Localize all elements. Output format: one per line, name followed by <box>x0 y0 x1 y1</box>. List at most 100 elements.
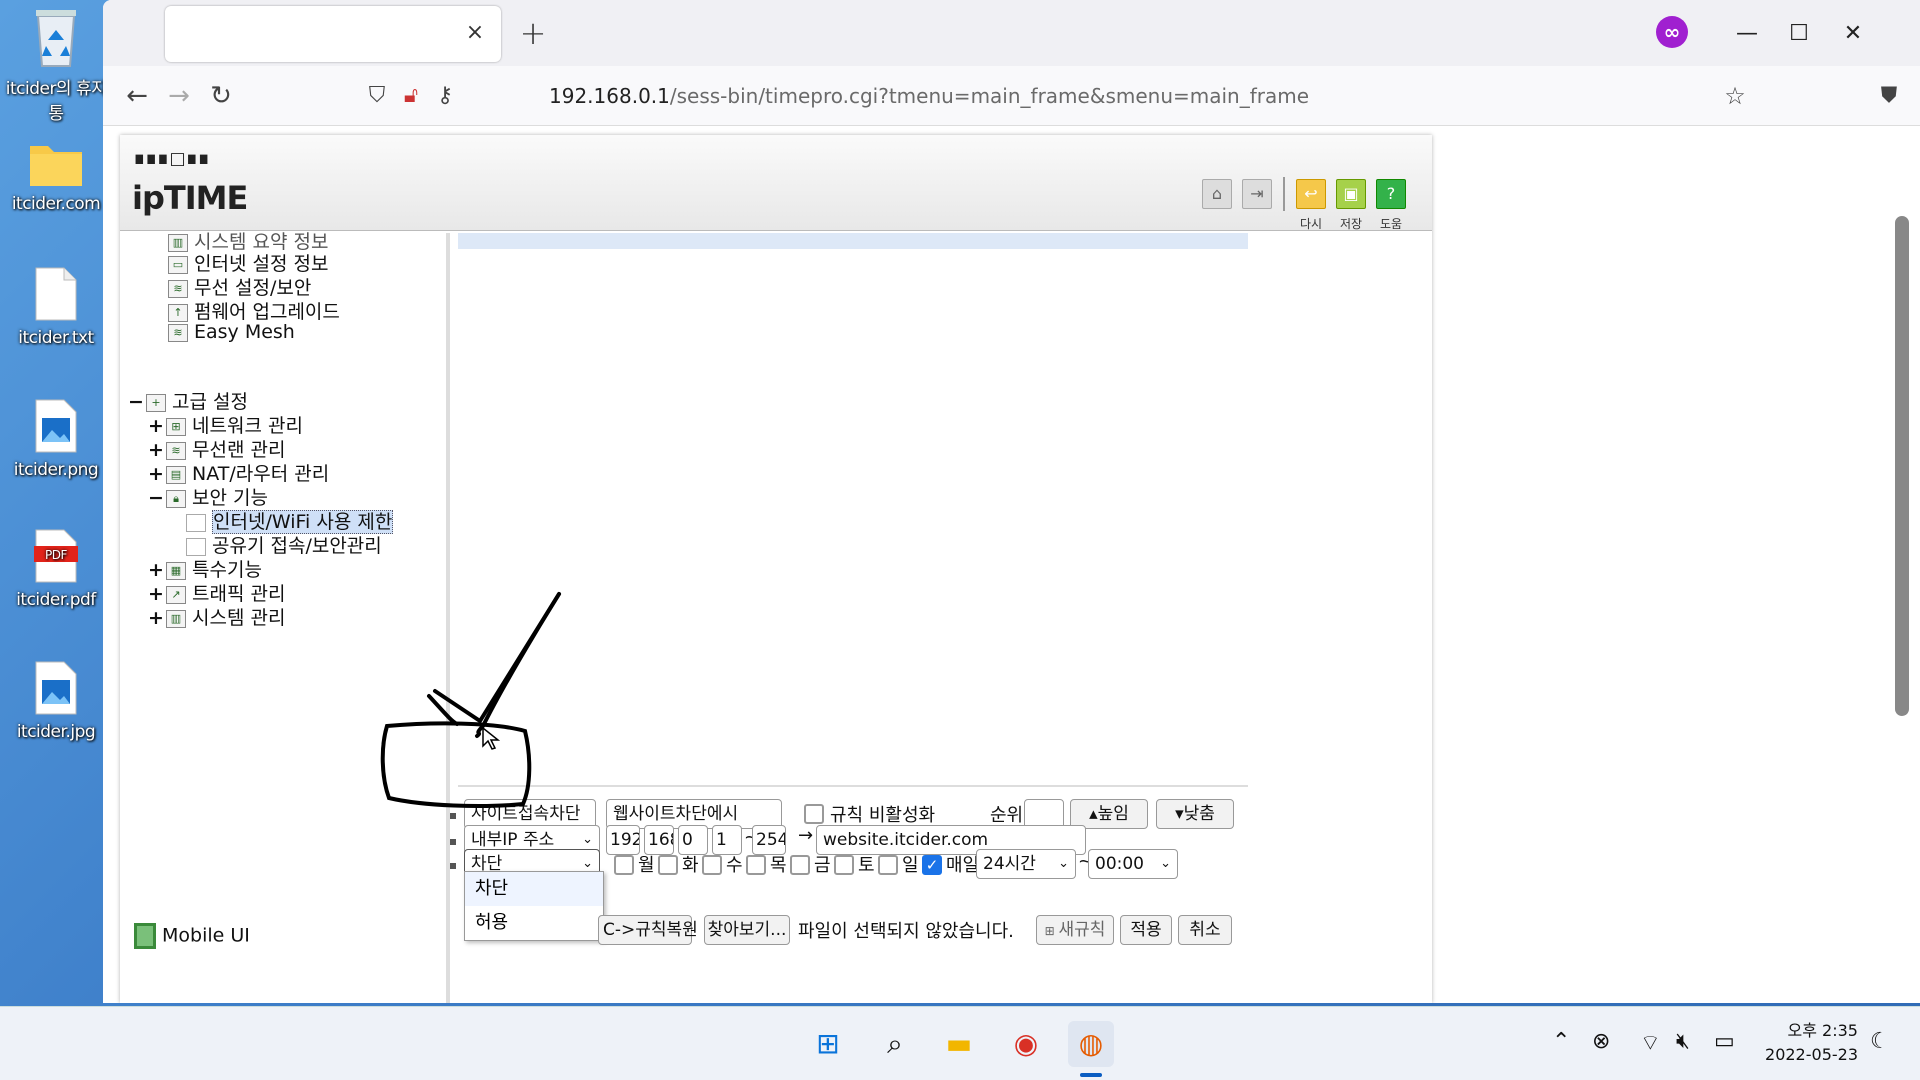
chart-icon: ▥ <box>166 609 186 628</box>
disable-rule-label: 규칙 비활성화 <box>830 805 936 826</box>
day-checkbox-tue[interactable] <box>658 855 678 875</box>
battery-icon[interactable]: ▭ <box>1714 1029 1735 1054</box>
day-label: 수 <box>726 855 743 876</box>
page-scrollbar[interactable] <box>1895 216 1909 716</box>
tree-item-router-access[interactable]: 공유기 접속/보안관리 <box>186 531 382 558</box>
day-checkbox-wed[interactable] <box>702 855 722 875</box>
day-label: 금 <box>814 855 831 876</box>
pocket-icon[interactable]: ⛊ <box>1869 76 1909 116</box>
help-label: 도움 <box>1379 217 1403 231</box>
image-file-icon <box>35 399 77 453</box>
bookmark-star-icon[interactable]: ☆ <box>1715 76 1755 116</box>
browser-tab[interactable]: × <box>165 6 501 62</box>
everyday-checkbox[interactable]: ✓ <box>922 855 942 875</box>
tree-item-nat[interactable]: + ▤ NAT/라우터 관리 <box>148 459 329 486</box>
handwritten-annotation <box>380 592 561 808</box>
address-bar[interactable]: 192.168.0.1/sess-bin/timepro.cgi?tmenu=m… <box>549 84 1309 108</box>
minimize-icon[interactable]: — <box>1717 14 1777 54</box>
firefox-icon[interactable]: ◍ <box>1068 1021 1114 1067</box>
desktop-icon-png[interactable]: itcider.png <box>2 398 110 480</box>
help-icon[interactable]: ? <box>1376 179 1406 209</box>
wifi-icon: ≋ <box>166 441 186 460</box>
chevron-up-icon[interactable]: ⌃ <box>1552 1029 1570 1054</box>
new-rule-button[interactable]: ⊞ 새규칙 <box>1036 915 1114 945</box>
desktop-icon-folder[interactable]: itcider.com <box>2 140 110 214</box>
day-label: 목 <box>770 855 787 876</box>
lock-icon: 🔒︎ <box>166 489 186 508</box>
reload-settings-icon[interactable]: ↩ <box>1296 179 1326 209</box>
private-mask-icon[interactable]: ∞ <box>1656 16 1688 48</box>
url-path: /sess-bin/timepro.cgi?tmenu=main_frame&s… <box>669 84 1310 108</box>
reload-settings-label: 다시 <box>1299 217 1323 231</box>
chrome-icon[interactable]: ◉ <box>1003 1021 1049 1067</box>
tree-item-internet-info[interactable]: ▭ 인터넷 설정 정보 <box>168 249 328 276</box>
disable-rule-checkbox[interactable] <box>804 804 824 824</box>
day-checkbox-fri[interactable] <box>790 855 810 875</box>
tree-item-easy-mesh[interactable]: ≋ Easy Mesh <box>168 321 295 343</box>
back-icon[interactable]: ← <box>117 76 157 116</box>
tree-item-security[interactable]: − 🔒︎ 보안 기능 <box>148 483 268 510</box>
menu-icon[interactable]: ≡ <box>1913 76 1920 116</box>
search-icon[interactable]: ⌕ <box>872 1021 918 1067</box>
tree-item-traffic[interactable]: + ↗ 트래픽 관리 <box>148 579 285 606</box>
desktop-icon-recycle-bin[interactable]: itcider의 휴지통 <box>2 6 110 124</box>
desktop-icon-label: itcider의 휴지통 <box>5 79 107 124</box>
router-admin-frame: ∎∎∎□∎∎ ipTIME ⌂ ⇥ ↩ 다시 ▣ 저장 ? 도움 ▥ 시스템 요약… <box>120 135 1432 1003</box>
monitor-icon: ▭ <box>168 255 188 274</box>
browse-button[interactable]: 찾아보기... <box>704 915 790 945</box>
clock[interactable]: 오후 2:35 2022-05-23 <box>1752 1019 1858 1067</box>
reload-icon[interactable]: ↻ <box>201 76 241 116</box>
wifi-icon[interactable]: ⌔ <box>1640 1029 1661 1057</box>
x-circle-icon[interactable]: ⊗ <box>1592 1029 1610 1054</box>
file-explorer-icon[interactable]: ▬ <box>936 1021 982 1067</box>
day-label: 토 <box>858 855 875 876</box>
tree-item-internet-wifi-limit[interactable]: 인터넷/WiFi 사용 제한 <box>186 507 394 534</box>
save-icon[interactable]: ▣ <box>1336 179 1366 209</box>
tree-item-system[interactable]: + ▥ 시스템 관리 <box>148 603 285 630</box>
close-window-icon[interactable]: ✕ <box>1823 14 1883 54</box>
period-select[interactable]: 24시간 ⌄ <box>976 849 1076 879</box>
everyday-label: 매일 <box>946 855 980 876</box>
desktop-icon-jpg[interactable]: itcider.jpg <box>2 660 110 742</box>
tree-item-advanced[interactable]: − + 고급 설정 <box>128 387 248 414</box>
header-divider <box>1283 177 1285 211</box>
apply-button[interactable]: 적용 <box>1120 915 1172 945</box>
tree-item-network[interactable]: + ⊞ 네트워크 관리 <box>148 411 303 438</box>
mobile-ui-link[interactable]: Mobile UI <box>134 923 250 949</box>
lower-priority-button[interactable]: ▾낮춤 <box>1156 799 1234 829</box>
tree-item-firmware[interactable]: ↑ 펌웨어 업그레이드 <box>168 297 340 324</box>
maximize-icon[interactable]: ☐ <box>1769 14 1829 54</box>
desktop-icon-label: itcider.com <box>11 194 101 214</box>
tree-item-wlan[interactable]: + ≋ 무선랜 관리 <box>148 435 285 462</box>
forward-icon[interactable]: → <box>159 76 199 116</box>
recycle-bin-icon <box>36 10 76 67</box>
day-checkbox-sat[interactable] <box>834 855 854 875</box>
cancel-button[interactable]: 취소 <box>1178 915 1232 945</box>
navigation-bar: ← → ↻ ⛉ 🔓︎ ⚷ 192.168.0.1/sess-bin/timepr… <box>103 66 1920 126</box>
start-windows-icon[interactable]: ⊞ <box>805 1021 851 1067</box>
save-label: 저장 <box>1339 217 1363 231</box>
logo-mark: ∎∎∎□∎∎ <box>134 149 211 169</box>
router-icon: ▤ <box>166 465 186 484</box>
active-app-indicator <box>1080 1073 1102 1077</box>
time-select[interactable]: 00:00 ⌄ <box>1088 849 1178 879</box>
moon-icon[interactable]: ☾ <box>1870 1029 1890 1054</box>
desktop-icon-txt[interactable]: itcider.txt <box>2 266 110 348</box>
volume-muted-icon[interactable]: 🔇︎ <box>1676 1029 1690 1054</box>
mouse-cursor-icon <box>482 726 501 750</box>
day-label: 일 <box>902 855 919 876</box>
tree-item-wireless-info[interactable]: ≋ 무선 설정/보안 <box>168 273 311 300</box>
new-tab-button[interactable]: + <box>513 14 553 54</box>
plus-icon: ⊞ <box>1044 924 1059 938</box>
firefox-window: × + ∞ — ☐ ✕ ← → ↻ ⛉ 🔓︎ ⚷ 192.168.0.1/ses… <box>103 0 1920 1003</box>
logout-icon[interactable]: ⇥ <box>1242 179 1272 209</box>
day-checkbox-sun[interactable] <box>878 855 898 875</box>
tree-item-special[interactable]: + ▦ 특수기능 <box>148 555 262 582</box>
pdf-file-icon: PDF <box>34 529 78 583</box>
key-icon[interactable]: ⚷ <box>425 76 465 116</box>
tab-close-icon[interactable]: × <box>460 18 490 48</box>
desktop-icon-pdf[interactable]: PDF itcider.pdf <box>2 528 110 610</box>
router-header: ∎∎∎□∎∎ ipTIME ⌂ ⇥ ↩ 다시 ▣ 저장 ? 도움 <box>120 135 1432 231</box>
home-icon[interactable]: ⌂ <box>1202 179 1232 209</box>
day-checkbox-thu[interactable] <box>746 855 766 875</box>
